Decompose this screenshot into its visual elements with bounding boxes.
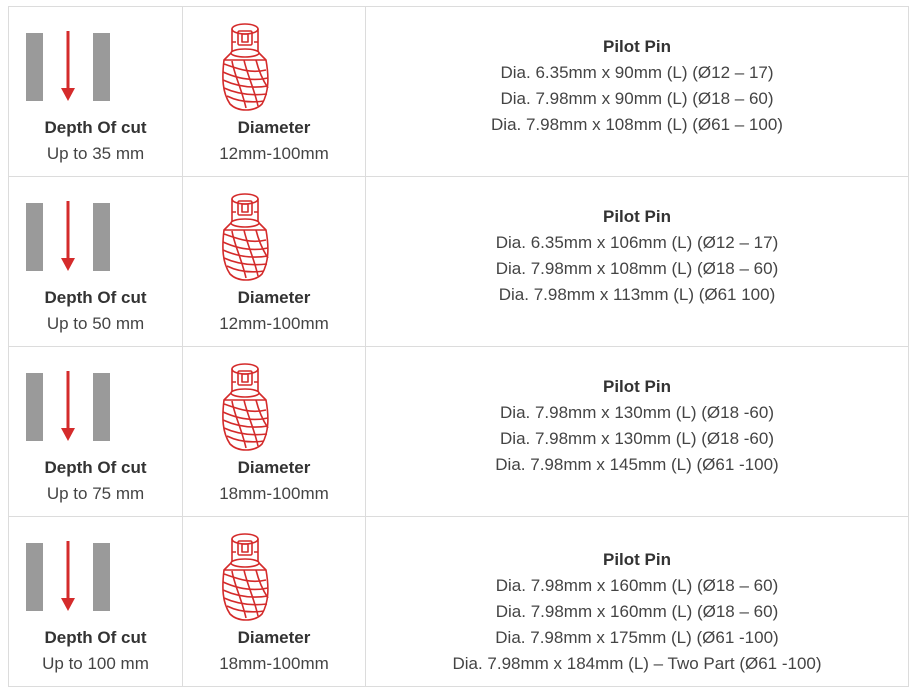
pilot-pin-spec: Dia. 7.98mm x 113mm (L) (Ø61 100) (498, 285, 776, 304)
pilot-pin-list: Dia. 7.98mm x 130mm (L) (Ø18 -60) Dia. 7.… (366, 400, 908, 478)
cutter-gear-icon (216, 362, 274, 452)
depth-cell: Depth Of cut Up to 100 mm (8, 516, 183, 687)
pilot-pin-spec: Dia. 7.98mm x 130mm (L) (Ø18 -60) (500, 403, 774, 422)
pilot-pin-cell: Pilot Pin Dia. 7.98mm x 130mm (L) (Ø18 -… (365, 346, 909, 517)
pilot-pin-block: Pilot Pin Dia. 7.98mm x 130mm (L) (Ø18 -… (366, 374, 908, 478)
depth-value: Up to 75 mm (46, 484, 145, 503)
pilot-pin-list: Dia. 6.35mm x 90mm (L) (Ø12 – 17) Dia. 7.… (366, 60, 908, 138)
pilot-pin-title: Pilot Pin (603, 37, 671, 56)
pilot-pin-spec: Dia. 7.98mm x 160mm (L) (Ø18 – 60) (495, 576, 779, 595)
pilot-pin-cell: Pilot Pin Dia. 6.35mm x 90mm (L) (Ø12 – … (365, 6, 909, 177)
diameter-label: Diameter (237, 288, 311, 307)
diameter-cell: Diameter 12mm-100mm (182, 6, 366, 177)
pilot-pin-spec: Dia. 7.98mm x 175mm (L) (Ø61 -100) (495, 628, 779, 647)
spec-table-body: Depth Of cut Up to 35 mm Diameter 12mm-1… (8, 6, 909, 687)
spec-row: Depth Of cut Up to 100 mm Diameter 18mm-… (8, 516, 909, 687)
pilot-pin-block: Pilot Pin Dia. 6.35mm x 90mm (L) (Ø12 – … (366, 34, 908, 138)
diameter-value: 12mm-100mm (219, 144, 329, 163)
depth-label: Depth Of cut (44, 628, 147, 647)
pilot-pin-title: Pilot Pin (603, 207, 671, 226)
pilot-pin-spec: Dia. 7.98mm x 108mm (L) (Ø61 – 100) (491, 115, 783, 134)
diameter-value: 12mm-100mm (219, 314, 329, 333)
depth-label: Depth Of cut (44, 288, 147, 307)
cutter-gear-icon (216, 532, 274, 622)
diameter-cell: Diameter 12mm-100mm (182, 176, 366, 347)
depth-of-cut-icon (26, 201, 110, 273)
depth-value: Up to 35 mm (46, 144, 145, 163)
diameter-value: 18mm-100mm (219, 484, 329, 503)
pilot-pin-block: Pilot Pin Dia. 6.35mm x 106mm (L) (Ø12 –… (366, 204, 908, 308)
diameter-label: Diameter (237, 628, 311, 647)
depth-label: Depth Of cut (44, 458, 147, 477)
pilot-pin-block: Pilot Pin Dia. 7.98mm x 160mm (L) (Ø18 –… (366, 547, 908, 677)
depth-of-cut-icon (26, 31, 110, 103)
diameter-label: Diameter (237, 458, 311, 477)
cutter-gear-icon (216, 192, 274, 282)
diameter-value: 18mm-100mm (219, 654, 329, 673)
pilot-pin-spec: Dia. 7.98mm x 160mm (L) (Ø18 – 60) (495, 602, 779, 621)
pilot-pin-spec: Dia. 6.35mm x 106mm (L) (Ø12 – 17) (495, 233, 779, 252)
pilot-pin-spec: Dia. 7.98mm x 145mm (L) (Ø61 -100) (495, 455, 779, 474)
diameter-label: Diameter (237, 118, 311, 137)
pilot-pin-title: Pilot Pin (603, 550, 671, 569)
pilot-pin-list: Dia. 6.35mm x 106mm (L) (Ø12 – 17) Dia. 7… (366, 230, 908, 308)
spec-row: Depth Of cut Up to 35 mm Diameter 12mm-1… (8, 6, 909, 177)
pilot-pin-spec: Dia. 7.98mm x 184mm (L) – Two Part (Ø61 … (452, 654, 822, 673)
pilot-pin-spec: Dia. 7.98mm x 130mm (L) (Ø18 -60) (500, 429, 774, 448)
depth-of-cut-icon (26, 541, 110, 613)
pilot-pin-title: Pilot Pin (603, 377, 671, 396)
depth-cell: Depth Of cut Up to 75 mm (8, 346, 183, 517)
diameter-cell: Diameter 18mm-100mm (182, 516, 366, 687)
spec-table: Depth Of cut Up to 35 mm Diameter 12mm-1… (8, 6, 909, 687)
pilot-pin-list: Dia. 7.98mm x 160mm (L) (Ø18 – 60) Dia. 7… (366, 573, 908, 677)
depth-of-cut-icon (26, 371, 110, 443)
pilot-pin-spec: Dia. 7.98mm x 90mm (L) (Ø18 – 60) (500, 89, 774, 108)
depth-cell: Depth Of cut Up to 35 mm (8, 6, 183, 177)
depth-value: Up to 50 mm (46, 314, 145, 333)
pilot-pin-spec: Dia. 7.98mm x 108mm (L) (Ø18 – 60) (495, 259, 779, 278)
depth-cell: Depth Of cut Up to 50 mm (8, 176, 183, 347)
spec-row: Depth Of cut Up to 75 mm Diameter 18mm-1… (8, 346, 909, 517)
spec-row: Depth Of cut Up to 50 mm Diameter 12mm-1… (8, 176, 909, 347)
cutter-gear-icon (216, 22, 274, 112)
pilot-pin-spec: Dia. 6.35mm x 90mm (L) (Ø12 – 17) (500, 63, 774, 82)
diameter-cell: Diameter 18mm-100mm (182, 346, 366, 517)
pilot-pin-cell: Pilot Pin Dia. 6.35mm x 106mm (L) (Ø12 –… (365, 176, 909, 347)
pilot-pin-cell: Pilot Pin Dia. 7.98mm x 160mm (L) (Ø18 –… (365, 516, 909, 687)
depth-value: Up to 100 mm (42, 654, 149, 673)
depth-label: Depth Of cut (44, 118, 147, 137)
